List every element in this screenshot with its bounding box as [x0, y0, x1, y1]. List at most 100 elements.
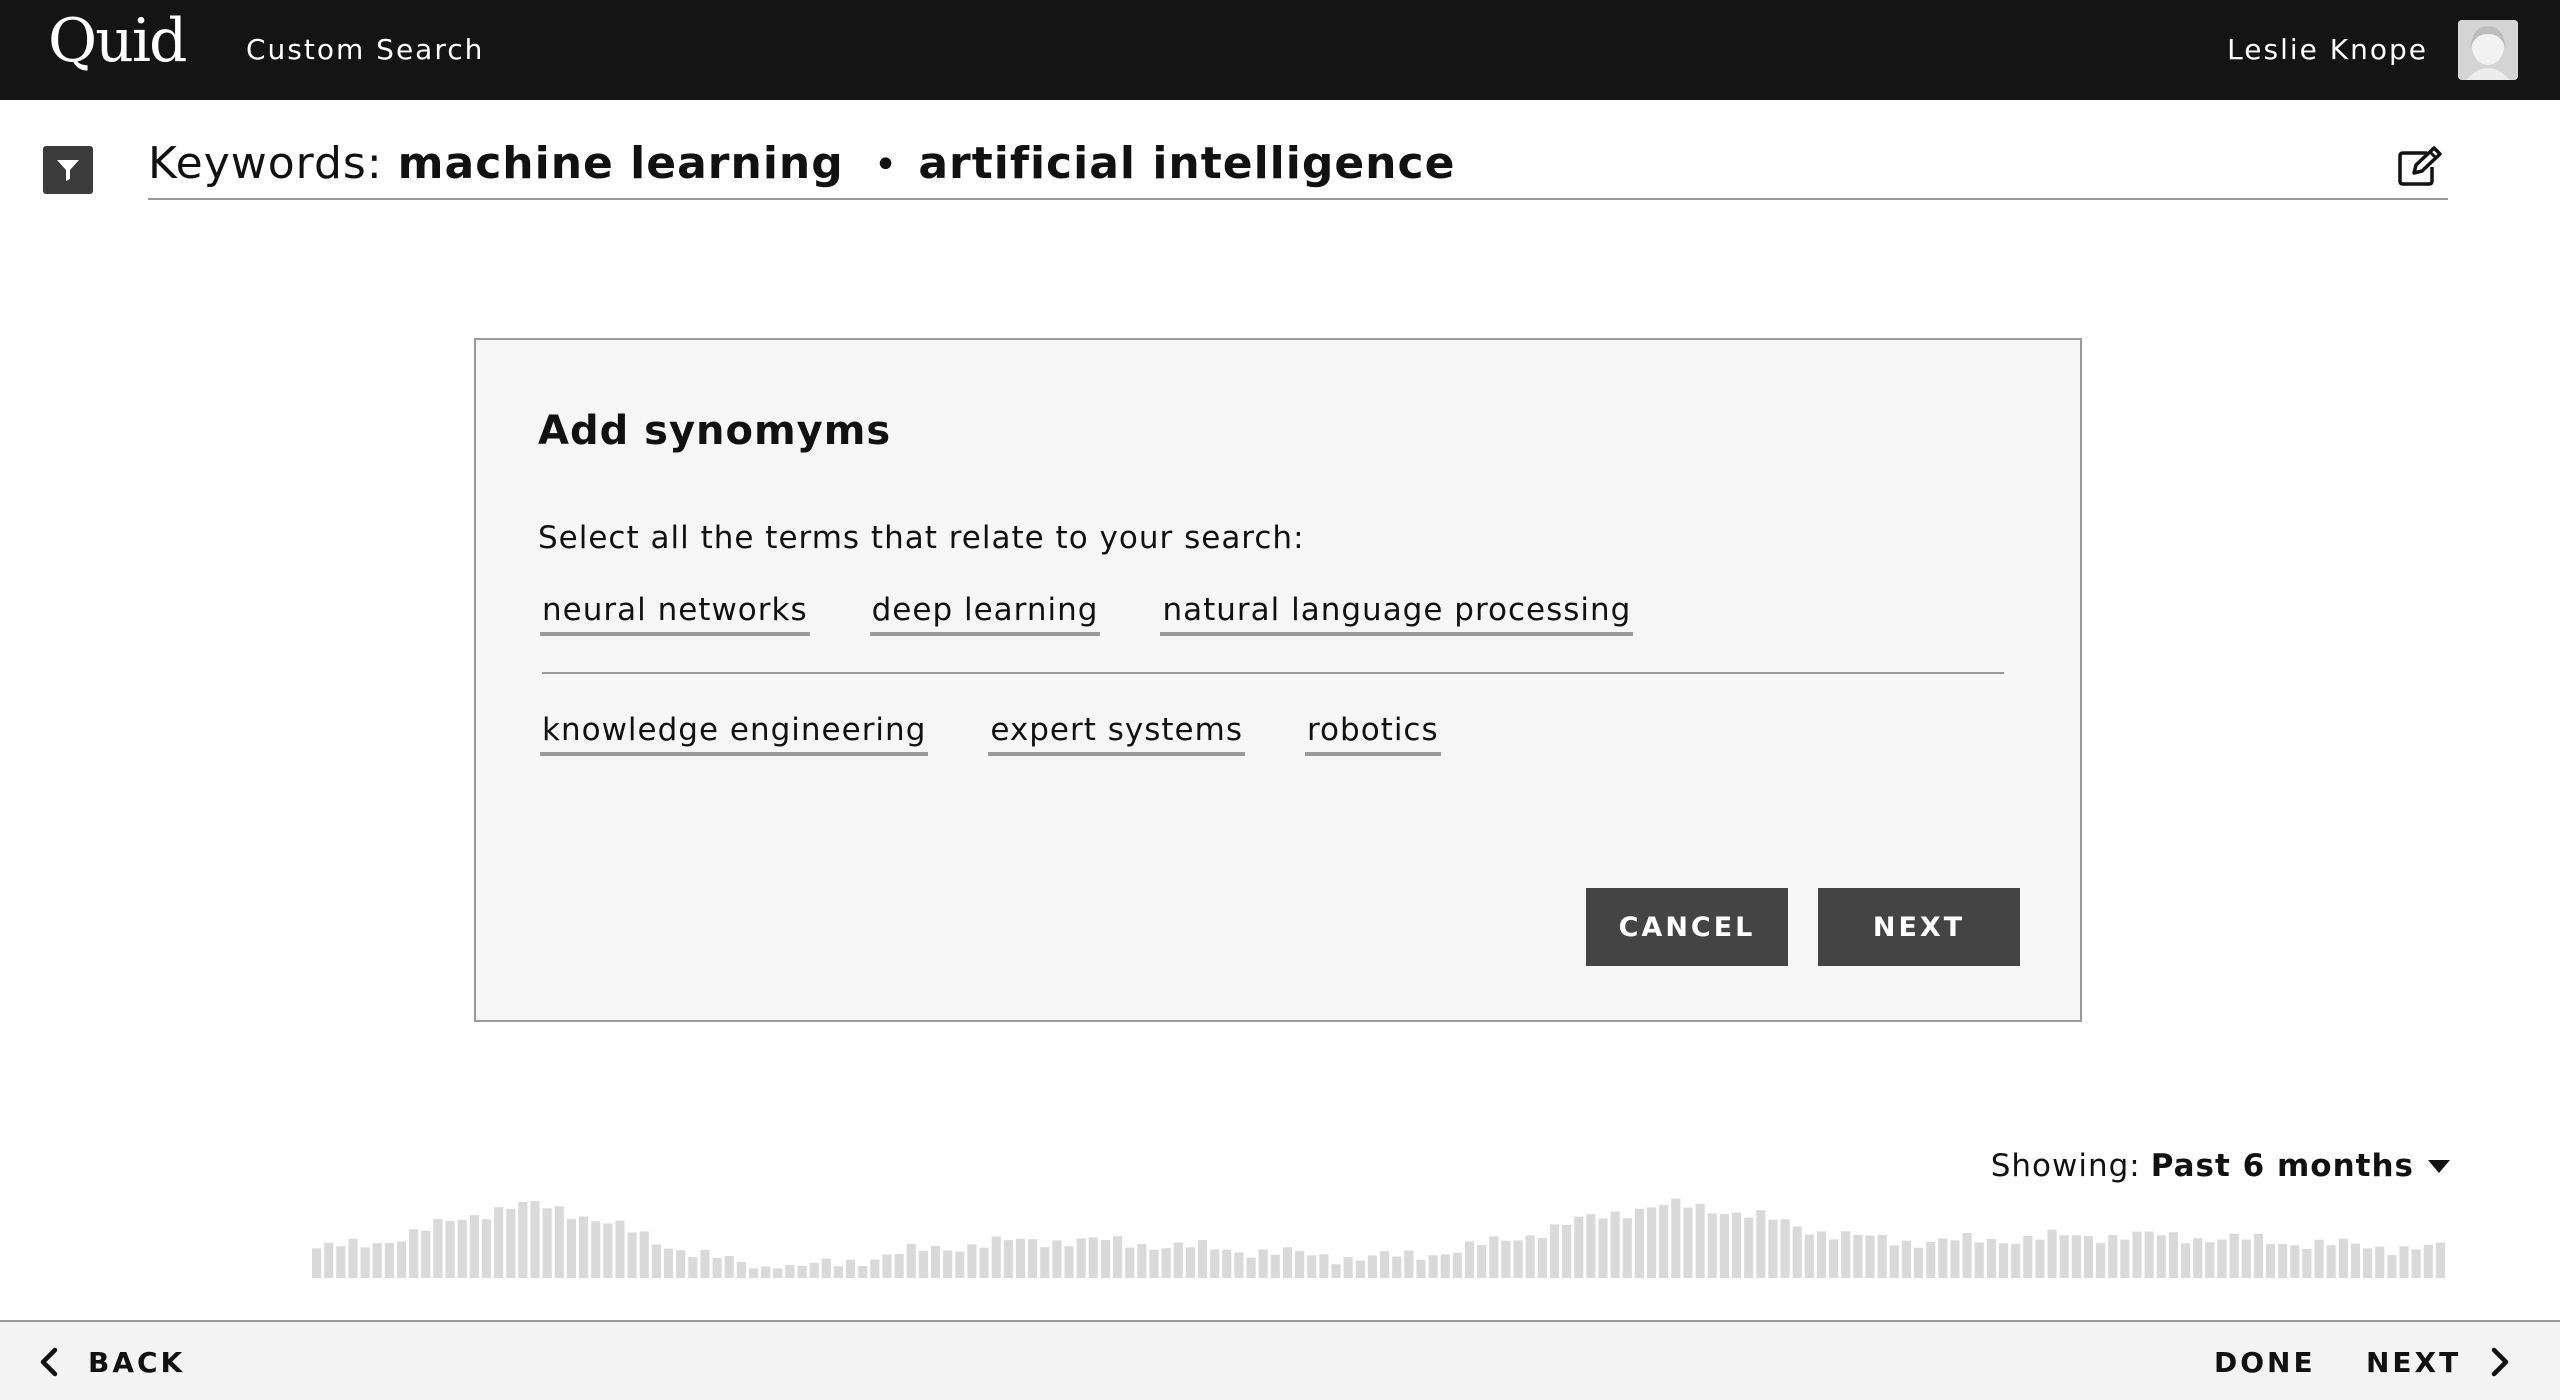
histogram-bar: [1901, 1240, 1911, 1278]
histogram-bar: [1270, 1254, 1280, 1278]
histogram-bar: [566, 1219, 576, 1278]
keywords-bar: Keywords: machine learning • artificial in…: [148, 132, 2448, 200]
histogram-bar: [846, 1259, 856, 1278]
histogram-bar: [1028, 1239, 1038, 1278]
back-button[interactable]: BACK: [38, 1340, 185, 1384]
term-option[interactable]: natural language processing: [1160, 592, 1634, 636]
histogram-bar: [2435, 1242, 2445, 1278]
histogram-bar: [1392, 1256, 1402, 1278]
histogram-bar: [1319, 1254, 1329, 1278]
histogram-bar: [663, 1248, 674, 1278]
dialog-next-button[interactable]: NEXT: [1818, 888, 2020, 966]
histogram-bar: [2265, 1243, 2276, 1278]
term-option[interactable]: deep learning: [869, 592, 1101, 636]
histogram-bar: [1185, 1247, 1195, 1278]
histogram-bar: [2314, 1239, 2324, 1278]
histogram-bar: [603, 1223, 613, 1278]
histogram-bar: [542, 1208, 552, 1278]
histogram-bar: [1161, 1248, 1171, 1278]
histogram-bar: [1137, 1244, 1147, 1278]
user-name[interactable]: Leslie Knope: [2227, 33, 2428, 66]
histogram-bar: [1622, 1218, 1632, 1278]
histogram-bar: [773, 1268, 783, 1278]
histogram-bar: [2338, 1238, 2348, 1278]
histogram-bar: [1671, 1198, 1681, 1278]
histogram-bar: [1234, 1252, 1244, 1278]
histogram-bar: [2217, 1239, 2227, 1278]
histogram-bar: [1647, 1207, 1657, 1278]
term-option[interactable]: expert systems: [988, 712, 1245, 756]
histogram-bar: [1282, 1247, 1293, 1278]
histogram-bar: [1076, 1238, 1086, 1278]
histogram-bar: [1768, 1219, 1778, 1278]
keywords-text: Keywords: machine learning • artificial in…: [148, 138, 1455, 189]
histogram-bar: [2132, 1231, 2142, 1278]
histogram-bar: [1974, 1242, 1984, 1278]
histogram-bar: [1719, 1213, 1729, 1278]
histogram-bar: [1756, 1210, 1766, 1278]
histogram-bar: [1113, 1236, 1123, 1278]
histogram-bar: [651, 1244, 661, 1278]
histogram-bar: [1064, 1246, 1074, 1278]
histogram-bar: [591, 1221, 601, 1278]
histogram-bar: [396, 1241, 407, 1278]
histogram-bar: [1197, 1240, 1208, 1278]
histogram-bar: [1222, 1249, 1232, 1278]
histogram-bar: [1998, 1243, 2009, 1278]
histogram-bar: [1404, 1250, 1414, 1278]
histogram-bar: [2108, 1234, 2118, 1278]
histogram-bar: [712, 1258, 722, 1278]
histogram-bar: [554, 1206, 564, 1278]
histogram-bar: [2326, 1245, 2336, 1278]
edit-icon: [2398, 146, 2442, 186]
avatar[interactable]: [2458, 20, 2518, 80]
filter-icon: [57, 160, 79, 181]
term-option[interactable]: neural networks: [540, 592, 810, 636]
date-range-dropdown[interactable]: Showing: Past 6 months: [1991, 1148, 2450, 1184]
histogram-bar: [943, 1250, 953, 1278]
histogram-bar: [1501, 1240, 1511, 1278]
histogram-bar: [1780, 1219, 1790, 1278]
histogram-bar: [1307, 1255, 1317, 1278]
filter-button[interactable]: [43, 146, 93, 194]
term-option[interactable]: knowledge engineering: [540, 712, 929, 756]
histogram-bar: [1962, 1232, 1972, 1278]
histogram-bar: [2071, 1235, 2081, 1278]
histogram-bar: [991, 1236, 1001, 1278]
histogram-chart: [312, 1198, 2445, 1278]
app-logo[interactable]: Quid: [48, 6, 187, 76]
term-option[interactable]: robotics: [1304, 712, 1441, 756]
histogram-bar: [1452, 1252, 1462, 1278]
histogram-bar: [2375, 1246, 2385, 1278]
histogram-bar: [1367, 1255, 1377, 1278]
avatar-image: [2458, 20, 2518, 80]
histogram-bar: [676, 1250, 686, 1278]
histogram-bar: [833, 1266, 843, 1278]
histogram-bar: [2229, 1233, 2239, 1278]
date-range-value: Past 6 months: [2150, 1148, 2414, 1184]
next-button[interactable]: NEXT: [2366, 1340, 2511, 1384]
histogram-bar: [457, 1219, 467, 1278]
keyword-chip[interactable]: machine learning: [398, 138, 844, 189]
histogram-bar: [882, 1254, 892, 1278]
histogram-bar: [1914, 1247, 1924, 1278]
histogram-bar: [1258, 1249, 1268, 1278]
histogram-bar: [2363, 1248, 2373, 1278]
histogram-bar: [2047, 1229, 2057, 1278]
histogram-bar: [979, 1247, 989, 1278]
histogram-bar: [579, 1216, 589, 1278]
histogram-bar: [2023, 1235, 2033, 1278]
done-button[interactable]: DONE: [2214, 1340, 2316, 1384]
histogram-bar: [360, 1247, 370, 1278]
cancel-button[interactable]: CANCEL: [1586, 888, 1788, 966]
edit-keywords-button[interactable]: [2394, 140, 2446, 192]
histogram-bar: [870, 1259, 880, 1278]
histogram-bar: [1865, 1235, 1875, 1278]
histogram-bar: [372, 1243, 382, 1278]
histogram-bar: [1343, 1257, 1353, 1278]
histogram-bar: [494, 1207, 504, 1278]
histogram-bar: [1574, 1216, 1584, 1278]
histogram-bar: [1052, 1240, 1062, 1278]
histogram-bar: [1015, 1238, 1026, 1278]
keyword-chip[interactable]: artificial intelligence: [918, 138, 1455, 189]
